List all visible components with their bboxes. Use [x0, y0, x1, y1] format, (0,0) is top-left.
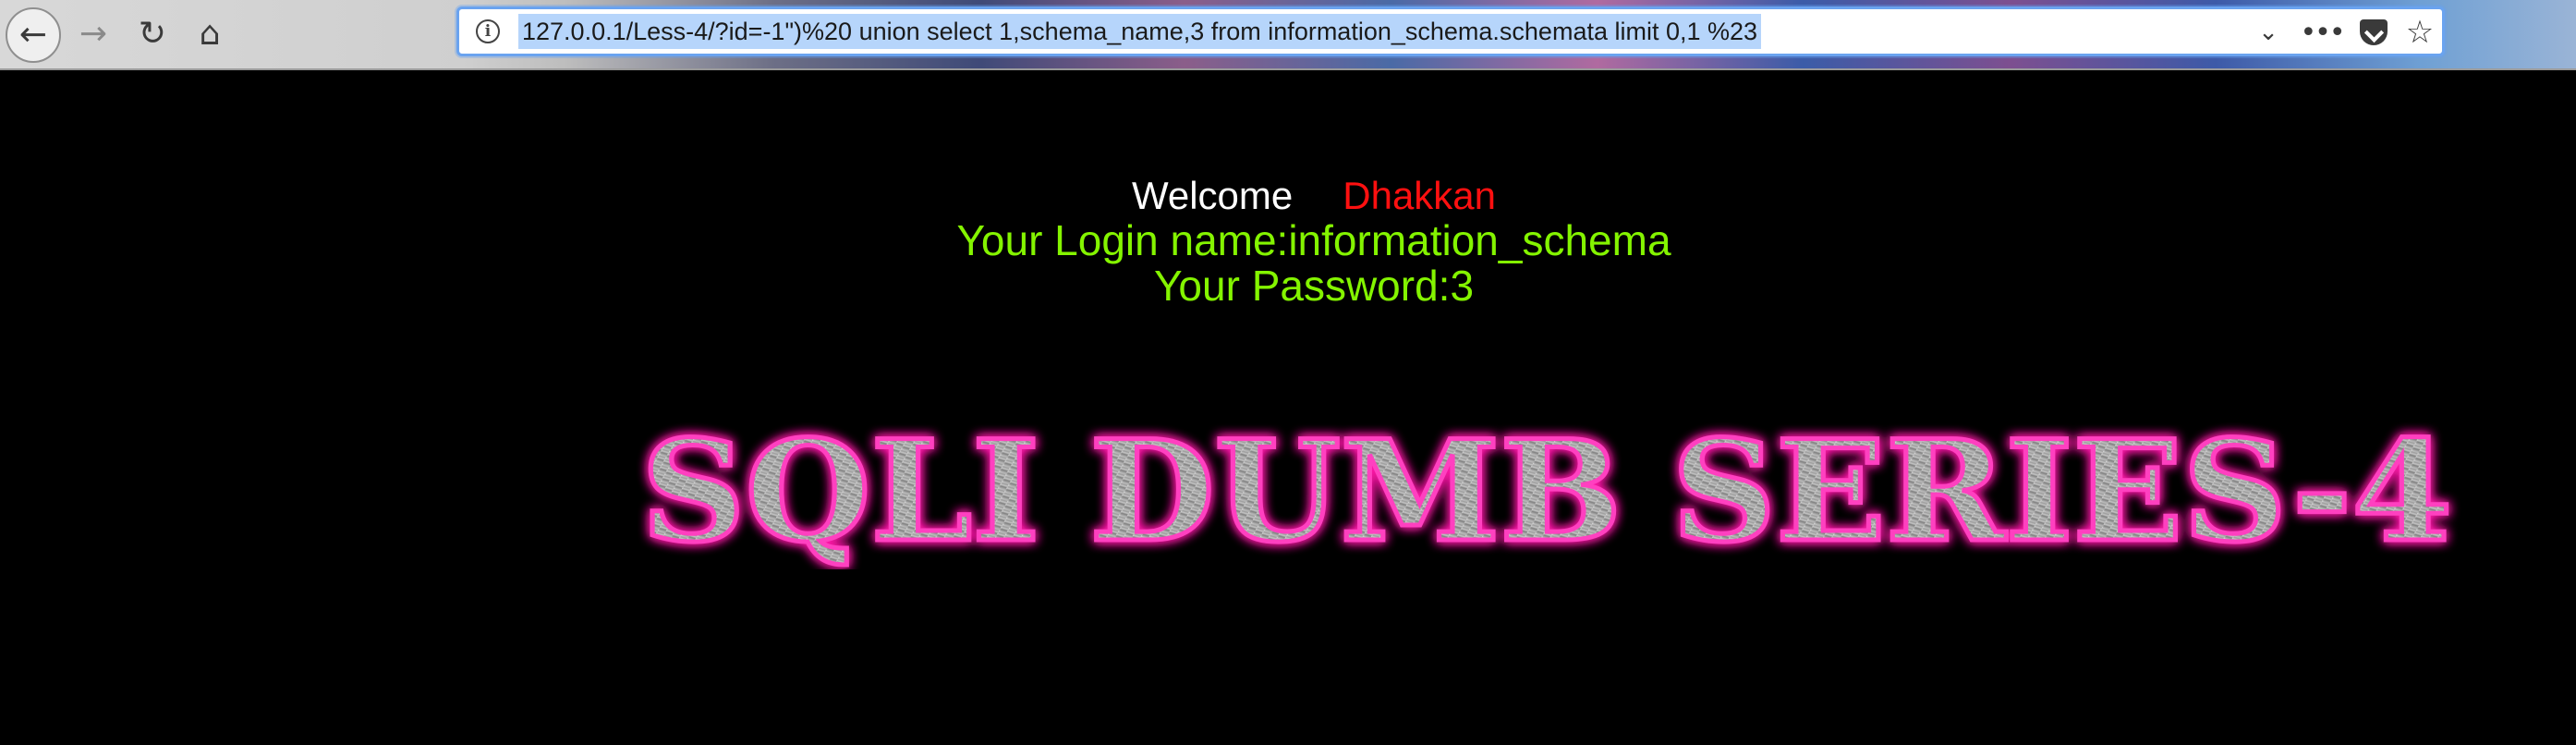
star-icon[interactable]: ☆ — [2401, 14, 2438, 51]
url-text[interactable]: 127.0.0.1/Less-4/?id=-1")%20 union selec… — [518, 14, 1762, 49]
arrow-left-icon: ← — [18, 16, 48, 54]
pocket-icon[interactable] — [2355, 15, 2392, 50]
login-name-line: Your Login name:information_schema — [956, 216, 1671, 264]
reload-button[interactable]: ↻ — [126, 7, 179, 61]
address-bar[interactable]: i 127.0.0.1/Less-4/?id=-1")%20 union sel… — [456, 6, 2445, 56]
back-button[interactable]: ← — [6, 7, 61, 63]
welcome-label: Welcome — [1131, 174, 1294, 217]
forward-button[interactable]: → — [67, 7, 120, 61]
home-button[interactable]: ⌂ — [183, 7, 237, 61]
arrow-right-icon: → — [79, 15, 108, 53]
series-banner: SQLI DUMB SERIES-4 — [639, 412, 2455, 569]
more-dots-icon[interactable]: ••• — [2300, 15, 2345, 50]
reload-icon: ↻ — [138, 15, 167, 53]
welcome-line: Welcome Dhakkan — [0, 174, 2576, 218]
welcome-username: Dhakkan — [1343, 174, 1497, 217]
chevron-down-icon[interactable]: ⌄ — [2250, 15, 2287, 50]
browser-toolbar: ← → ↻ ⌂ i 127.0.0.1/Less-4/?id=-1")%20 u… — [0, 0, 2576, 70]
banner-title: SQLI DUMB SERIES-4 — [641, 412, 2452, 569]
page-content: Welcome Dhakkan Your Login name:informati… — [0, 70, 2576, 745]
info-icon[interactable]: i — [476, 19, 500, 43]
password-line: Your Password:3 — [1153, 262, 1475, 310]
home-icon: ⌂ — [199, 15, 221, 53]
